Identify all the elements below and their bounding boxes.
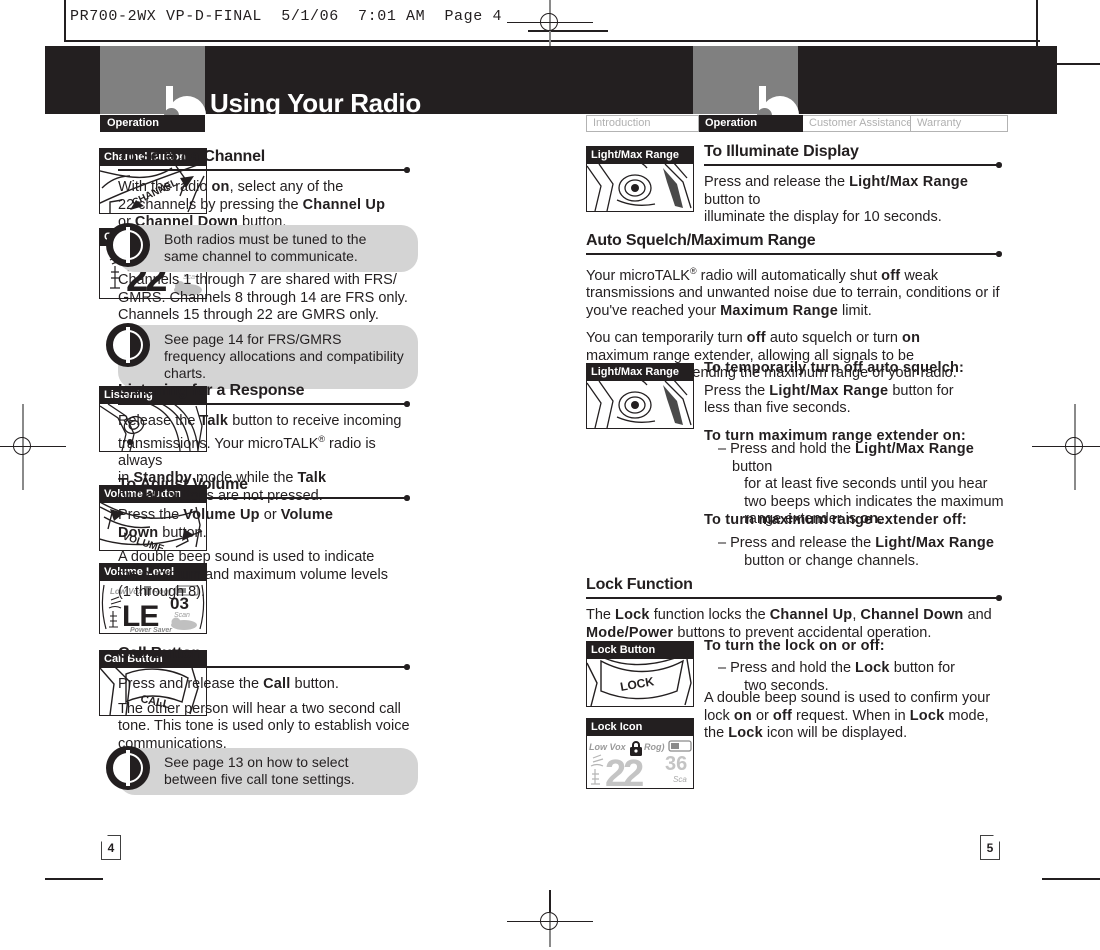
breadcrumb-right: Introduction Operation Customer Assistan… (586, 115, 1008, 132)
registration-mark-right (1032, 404, 1100, 490)
list-item: – Press and release the Light/Max Range … (718, 535, 995, 569)
section-call-button: Call Button Press and release the Call b… (118, 645, 418, 763)
figure-caption: Lock Icon (587, 719, 693, 736)
section-heading: To Illuminate Display (704, 143, 859, 160)
section-body: The Lock function locks the Channel Up, … (586, 607, 992, 641)
svg-text:36: 36 (665, 753, 687, 775)
breadcrumb-left: Operation (100, 115, 205, 132)
page-number-value: 5 (986, 840, 994, 855)
section-body: A double beep sound is used to confirm y… (704, 690, 991, 741)
figure-caption: Light/Max Range (587, 364, 693, 381)
registration-mark-top (507, 0, 593, 56)
section-illuminate-display: To Illuminate Display Press and release … (704, 143, 1012, 237)
svg-text:Power Saver: Power Saver (130, 627, 173, 633)
tab-customer-assistance[interactable]: Customer Assistance (803, 115, 912, 132)
tab-introduction[interactable]: Introduction (586, 115, 699, 132)
figure-lock-icon: Lock Icon Low Vox Rog) 22 36 Sca (586, 718, 694, 789)
section-body: Press the Volume Up or Volume Down button… (118, 507, 334, 541)
page-number-left: 4 (101, 835, 121, 860)
lock-button-illustration: LOCK (587, 659, 693, 706)
crop-mark-top-right-h (1055, 63, 1100, 65)
tab-operation-left[interactable]: Operation (100, 115, 205, 132)
note-callout: Both radios must be tuned to the same ch… (106, 223, 418, 272)
note-text: See page 13 on how to select between fiv… (164, 754, 355, 787)
section-adjust-volume: To Adjust Volume Press the Volume Up or … (118, 476, 418, 612)
section-body: With the radio on, select any of the 22 c… (118, 179, 386, 230)
section-body: Press and release the Light/Max Range bu… (704, 174, 969, 225)
sub-heading: To turn maximum range extender off: (704, 512, 967, 528)
section-body: The other person will hear a two second … (118, 700, 410, 752)
note-callout: See page 14 for FRS/GMRS frequency alloc… (106, 323, 418, 389)
page-title: Using Your Radio (210, 88, 421, 118)
heading-rule (118, 401, 418, 408)
info-icon (106, 746, 150, 790)
manual-page: PR700-2WX VP-D-FINAL 5/1/06 7:01 AM Page… (0, 0, 1100, 950)
light-max-range-button-illustration (587, 164, 693, 211)
info-icon (106, 323, 150, 367)
section-heading: Lock Function (586, 576, 693, 593)
note-see-page-14: See page 14 for FRS/GMRS frequency alloc… (106, 323, 418, 389)
list-range-extender-off: – Press and release the Light/Max Range … (718, 535, 1014, 579)
svg-text:Rog): Rog) (644, 742, 665, 752)
svg-text:22: 22 (605, 753, 643, 788)
heading-rule (586, 595, 1012, 602)
heading-rule (118, 167, 418, 174)
paragraph-lock-confirm: A double beep sound is used to confirm y… (704, 690, 1012, 753)
figure-caption: Light/Max Range (587, 147, 693, 164)
section-heading: Auto Squelch/Maximum Range (586, 232, 816, 249)
section-heading: To Adjust Volume (118, 476, 248, 493)
heading-rule (586, 251, 1012, 258)
tab-operation[interactable]: Operation (699, 115, 803, 132)
lcd-display-lock-icon: Low Vox Rog) 22 36 Sca (587, 736, 693, 788)
section-body: A double beep sound is used to indicate t… (118, 549, 388, 600)
crop-mark-top-right-v (1036, 0, 1038, 48)
slug-border-left (64, 0, 66, 40)
section-heading: To Select a Channel (118, 148, 266, 165)
light-max-range-button-illustration (587, 381, 693, 428)
page-number-right: 5 (980, 835, 1000, 860)
section-body: Press the Light/Max Range button for less… (704, 382, 954, 417)
section-heading: Listening for a Response (118, 382, 305, 399)
note-call-tone: See page 13 on how to select between fiv… (106, 746, 418, 795)
figure-caption: Lock Button (587, 642, 693, 659)
subsection-turn-off-range-extender: To turn maximum range extender off: (704, 512, 1012, 535)
heading-rule (118, 664, 418, 671)
sub-heading: To turn the lock on or off: (704, 638, 885, 654)
section-heading: Call Button (118, 645, 202, 662)
heading-rule (704, 162, 1012, 169)
note-callout: See page 13 on how to select between fiv… (106, 746, 418, 795)
figure-light-max-range-1: Light/Max Range (586, 146, 694, 212)
section-body: Your microTALK® radio will automatically… (586, 266, 1000, 319)
prepress-slug: PR700-2WX VP-D-FINAL 5/1/06 7:01 AM Page… (70, 8, 503, 25)
crop-mark-bottom-center-v (549, 890, 551, 912)
svg-text:Sca: Sca (673, 775, 687, 784)
info-icon (106, 223, 150, 267)
subsection-turn-lock-on-off: To turn the lock on or off: (704, 638, 1012, 661)
sub-heading: To temporarily turn off auto squelch: (704, 360, 965, 376)
figure-light-max-range-2: Light/Max Range (586, 363, 694, 429)
page-number-value: 4 (107, 840, 115, 855)
crop-mark-bottom-right-h (1042, 878, 1100, 880)
note-text: Both radios must be tuned to the same ch… (164, 231, 367, 264)
section-body: Channels 1 through 7 are shared with FRS… (118, 272, 408, 323)
note-both-radios: Both radios must be tuned to the same ch… (106, 223, 418, 272)
svg-text:LOCK: LOCK (619, 674, 655, 694)
section-body: Press and release the Call button. (118, 676, 339, 692)
tab-warranty[interactable]: Warranty (911, 115, 1008, 132)
svg-text:Low Vox: Low Vox (589, 742, 627, 752)
note-text: See page 14 for FRS/GMRS frequency alloc… (164, 331, 404, 381)
subsection-turn-off-auto-squelch: To temporarily turn off auto squelch: Pr… (704, 360, 1012, 450)
heading-rule (118, 495, 418, 502)
figure-lock-button: Lock Button LOCK (586, 641, 694, 707)
registration-mark-left (0, 404, 66, 490)
slug-border-top (64, 40, 1040, 42)
crop-mark-bottom-left-h (45, 878, 103, 880)
